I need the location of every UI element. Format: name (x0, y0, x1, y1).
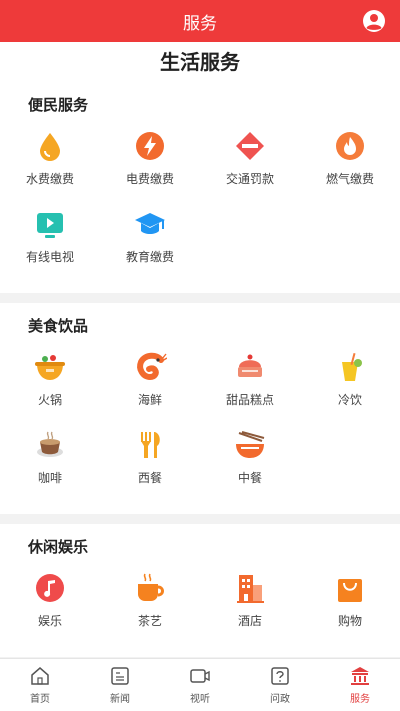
service-item[interactable]: 燃气缴费 (300, 125, 400, 203)
service-item-label: 交通罚款 (225, 172, 274, 186)
service-building-icon (351, 667, 369, 685)
service-item-label: 水费缴费 (25, 172, 74, 186)
service-item[interactable]: 甜品糕点 (200, 346, 300, 424)
shopping-bag-icon (338, 579, 362, 602)
tab-label: 新闻 (110, 694, 130, 705)
video-icon (190, 669, 210, 683)
service-item-label: 冷饮 (337, 393, 362, 407)
noodle-bowl-icon (236, 431, 265, 458)
tab-label: 首页 (30, 694, 50, 705)
service-item[interactable]: 教育缴费 (100, 203, 200, 281)
service-item-label: 燃气缴费 (325, 172, 374, 186)
service-item-label: 甜品糕点 (225, 393, 274, 407)
hotpot-icon (35, 355, 65, 380)
tea-cup-icon (138, 573, 164, 601)
tab-label: 服务 (350, 694, 370, 705)
service-item-label: 购物 (337, 614, 362, 628)
service-item[interactable]: 电费缴费 (100, 125, 200, 203)
page-title: 生活服务 (0, 42, 400, 82)
home-icon (31, 667, 49, 685)
service-item-label: 电费缴费 (125, 172, 174, 186)
tv-icon (37, 213, 63, 238)
hotel-building-icon (237, 575, 264, 603)
service-item-label: 酒店 (237, 614, 262, 628)
section-title: 休闲娱乐 (28, 538, 89, 556)
bottom-tab-bar: 首页 新闻 视听 问政 服务 (0, 658, 400, 711)
service-item[interactable]: 购物 (300, 567, 400, 645)
service-item[interactable]: 西餐 (100, 424, 200, 502)
service-item-label: 海鲜 (137, 393, 162, 407)
service-grid: 火锅 海鲜 甜品糕点 冷饮咖啡 西餐 中餐 (0, 346, 400, 502)
service-item[interactable]: 中餐 (200, 424, 300, 502)
water-drop-icon (40, 133, 60, 161)
service-item-label: 茶艺 (137, 614, 162, 628)
fork-knife-icon (141, 432, 160, 458)
news-icon (111, 667, 129, 685)
service-item[interactable]: 有线电视 (0, 203, 100, 281)
service-item[interactable]: 酒店 (200, 567, 300, 645)
tab-item[interactable]: 问政 (240, 659, 320, 711)
tab-item[interactable]: 首页 (0, 659, 80, 711)
question-icon (271, 667, 289, 685)
header-title: 服务 (183, 13, 217, 34)
cold-drink-icon (342, 352, 362, 381)
service-item-label: 娱乐 (37, 614, 62, 628)
flame-icon (336, 132, 364, 160)
music-note-icon (36, 574, 64, 602)
tab-label: 问政 (270, 694, 290, 705)
service-item-label: 有线电视 (25, 250, 74, 264)
service-item-label: 中餐 (237, 471, 262, 485)
section-title: 便民服务 (28, 96, 89, 114)
service-item[interactable]: 冷饮 (300, 346, 400, 424)
service-section: 美食饮品火锅 海鲜 甜品糕点 冷饮咖啡 西餐 中餐 (0, 303, 400, 514)
service-item[interactable]: 茶艺 (100, 567, 200, 645)
tab-item[interactable]: 新闻 (80, 659, 160, 711)
tab-item[interactable]: 服务 (320, 659, 400, 711)
tab-label: 视听 (190, 694, 210, 705)
no-entry-icon (236, 132, 264, 160)
service-item-label: 火锅 (37, 393, 62, 407)
service-section: 休闲娱乐娱乐 茶艺 酒店 购物 (0, 524, 400, 657)
service-item-label: 西餐 (137, 471, 162, 485)
graduation-cap-icon (135, 213, 165, 234)
lightning-icon (136, 132, 164, 160)
service-page: 生活服务 便民服务水费缴费 电费缴费 交通罚款 燃气缴费有线电视 教育缴费美食饮品火锅 海… (0, 42, 400, 659)
service-item[interactable]: 水费缴费 (0, 125, 100, 203)
user-profile-icon[interactable] (362, 9, 386, 33)
service-grid: 水费缴费 电费缴费 交通罚款 燃气缴费有线电视 教育缴费 (0, 125, 400, 281)
service-item[interactable]: 交通罚款 (200, 125, 300, 203)
tab-item[interactable]: 视听 (160, 659, 240, 711)
service-item[interactable]: 咖啡 (0, 424, 100, 502)
coffee-cup-icon (37, 431, 63, 457)
service-item-label: 教育缴费 (125, 250, 174, 264)
service-grid: 娱乐 茶艺 酒店 购物 (0, 567, 400, 645)
service-item[interactable]: 火锅 (0, 346, 100, 424)
service-item[interactable]: 海鲜 (100, 346, 200, 424)
shrimp-icon (137, 352, 167, 381)
service-section: 便民服务水费缴费 电费缴费 交通罚款 燃气缴费有线电视 教育缴费 (0, 82, 400, 293)
service-item-label: 咖啡 (37, 471, 62, 485)
service-item[interactable]: 娱乐 (0, 567, 100, 645)
cake-icon (238, 354, 262, 377)
header-bar: 服务 (0, 0, 400, 42)
section-title: 美食饮品 (28, 317, 89, 335)
